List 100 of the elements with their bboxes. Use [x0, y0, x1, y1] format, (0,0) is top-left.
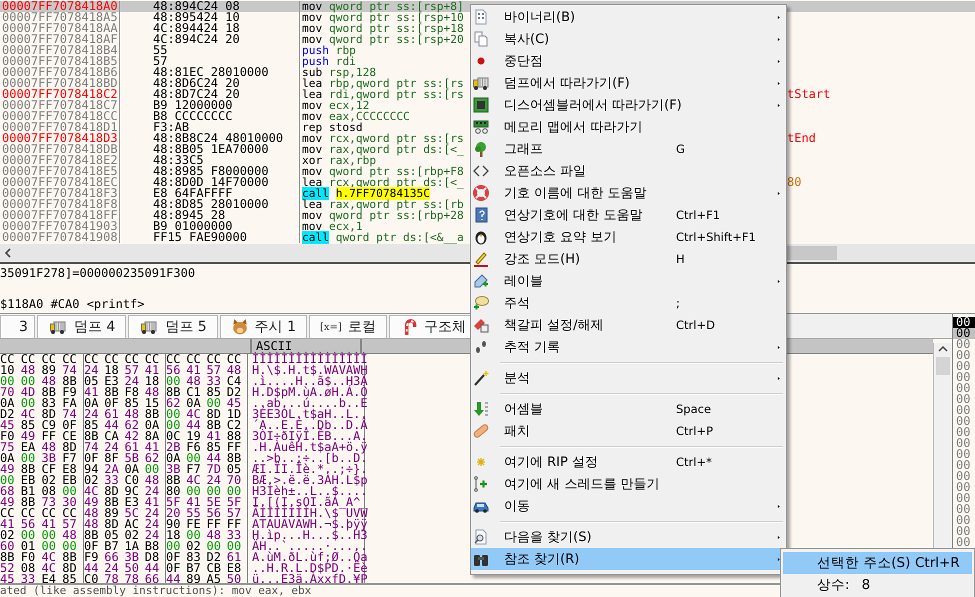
tab[interactable]: 덤프 4	[36, 315, 126, 338]
menu-item[interactable]: 패치 Ctrl+P	[471, 420, 786, 442]
hex-byte: 24	[144, 486, 160, 497]
menu-item[interactable]: 어셈블 Space	[471, 398, 786, 420]
hex-byte: 1A	[124, 541, 140, 552]
mnemonic: lea	[302, 77, 322, 90]
address-cell: 00007FF7078418A0	[2, 1, 118, 12]
stack-value[interactable]: 00	[953, 438, 975, 449]
hex-byte: 89	[186, 574, 201, 585]
tab[interactable]: 3	[0, 315, 35, 338]
operand-text: qword ptr ss:[rsp+18	[328, 22, 464, 35]
scrollbar-thumb[interactable]	[936, 357, 950, 375]
tab[interactable]: 덤프 5	[128, 315, 218, 338]
hex-byte: 4C	[186, 409, 202, 420]
bytes-cell: 48:8D6C24 20	[153, 78, 240, 89]
menu-item[interactable]: 레이블	[471, 270, 786, 292]
bytes-cell: 55	[153, 45, 168, 56]
tab[interactable]: 주시 1	[220, 315, 307, 338]
hex-byte: F0	[0, 431, 16, 442]
hex-byte: 44	[104, 420, 120, 431]
hex-byte: 8F	[104, 453, 120, 464]
stack-value[interactable]: 00	[953, 493, 975, 504]
stack-value[interactable]: 00	[953, 317, 975, 328]
stack-value[interactable]: 00	[953, 416, 975, 427]
menu-item[interactable]: 여기에 RIP 설정 Ctrl+*	[471, 451, 786, 473]
hex-byte: FF	[206, 519, 222, 530]
hex-byte: CE	[62, 431, 78, 442]
menu-item[interactable]: 강조 모드(H) H	[471, 248, 786, 270]
stack-value[interactable]: 00	[953, 372, 975, 383]
ascii-text: A.ùM.ðL.ùf;Ø..Òa	[248, 552, 365, 563]
address-cell: 00007FF7078418C7	[2, 100, 118, 111]
stack-value[interactable]: 00	[953, 339, 975, 350]
operand-text: rdi	[336, 55, 356, 68]
menu-item[interactable]: 여기에 새 스레드를 만들기	[471, 473, 786, 495]
operand-text: h.7FF70784135C	[336, 187, 430, 200]
stack-value[interactable]: 00	[953, 350, 975, 361]
menu-item[interactable]: 상수: 8	[783, 574, 972, 596]
truck-icon	[473, 75, 489, 91]
hex-byte: EA	[20, 442, 36, 453]
stack-value[interactable]: 00	[953, 361, 975, 372]
bytes-cell: 48:894C24 08	[153, 1, 240, 12]
truck-icon	[139, 319, 160, 335]
hex-byte: 41	[42, 519, 57, 530]
hex-byte: CA	[104, 431, 120, 442]
scrollbar-thumb[interactable]	[787, 246, 837, 260]
bytes-cell: B8 CCCCCCCC	[153, 111, 232, 122]
stack-value[interactable]: 00	[953, 504, 975, 515]
stack-value[interactable]: 00	[953, 405, 975, 416]
menu-item[interactable]: 분석	[471, 367, 786, 389]
hex-byte: 85	[206, 442, 222, 453]
hex-byte: 48	[144, 387, 160, 398]
menu-item[interactable]: 이동	[471, 495, 786, 517]
operand-text: rcx,qword ptr ds:[<_	[328, 176, 464, 189]
hex-byte: 0A	[0, 398, 16, 409]
hex-byte: 8B	[104, 387, 120, 398]
menu-item[interactable]: 주석 ;	[471, 292, 786, 314]
stack-value[interactable]: 00	[953, 482, 975, 493]
hex-byte: CC	[42, 354, 57, 365]
hex-byte: 8B	[166, 387, 182, 398]
stack-value[interactable]: 00	[953, 526, 975, 537]
mnemonic: lea	[302, 198, 322, 211]
stack-value[interactable]: 00	[953, 515, 975, 526]
hex-byte: 0C	[166, 431, 182, 442]
scrollbar[interactable]	[933, 343, 952, 548]
menu-item[interactable]: 다음을 찾기(S)	[471, 526, 786, 548]
mnemonic: mov	[302, 132, 322, 145]
stack-value[interactable]: 00	[953, 427, 975, 438]
stack-value[interactable]: 00	[953, 471, 975, 482]
operand-text: rax,rbp	[328, 154, 376, 167]
address-cell: 00007FF7078418E2	[2, 155, 118, 166]
stack-value[interactable]: 00	[953, 383, 975, 394]
hex-byte: FF	[42, 431, 57, 442]
hex-byte: 48	[84, 508, 100, 519]
stack-value[interactable]: 00	[953, 449, 975, 460]
hex-byte: 52	[0, 563, 16, 574]
hex-byte: 48	[186, 376, 202, 387]
hex-byte: 05	[104, 530, 120, 541]
hex-byte: 49	[0, 497, 16, 508]
hex-byte: 70	[0, 387, 16, 398]
hex-byte: FA	[62, 398, 78, 409]
hex-byte: 8B	[62, 376, 78, 387]
stack-value[interactable]: 00	[953, 537, 975, 548]
menu-item[interactable]: 선택한 주소(S) Ctrl+R	[783, 552, 972, 574]
hex-byte: E4	[42, 574, 56, 585]
stack-value[interactable]: 00	[953, 394, 975, 405]
hex-byte: 00	[186, 486, 202, 497]
hex-byte: 74	[62, 409, 78, 420]
mnemonic: mov	[302, 33, 322, 46]
stack-value[interactable]: 00	[953, 460, 975, 471]
info-line: 35091F278]=000000235091F300	[0, 268, 196, 279]
mnemonic: lea	[302, 88, 322, 101]
hex-byte: 8D	[42, 409, 57, 420]
bytes-cell: FF15 FAE90000	[153, 232, 247, 243]
bookmark-icon	[473, 317, 489, 333]
hex-byte: 0F	[84, 541, 100, 552]
hex-byte: 61	[226, 552, 242, 563]
hex-byte: 57	[226, 508, 242, 519]
tab[interactable]: [x=] 로컬	[309, 315, 387, 338]
menu-item[interactable]: 추적 기록	[471, 336, 786, 358]
stack-value[interactable]: 00	[953, 328, 975, 339]
